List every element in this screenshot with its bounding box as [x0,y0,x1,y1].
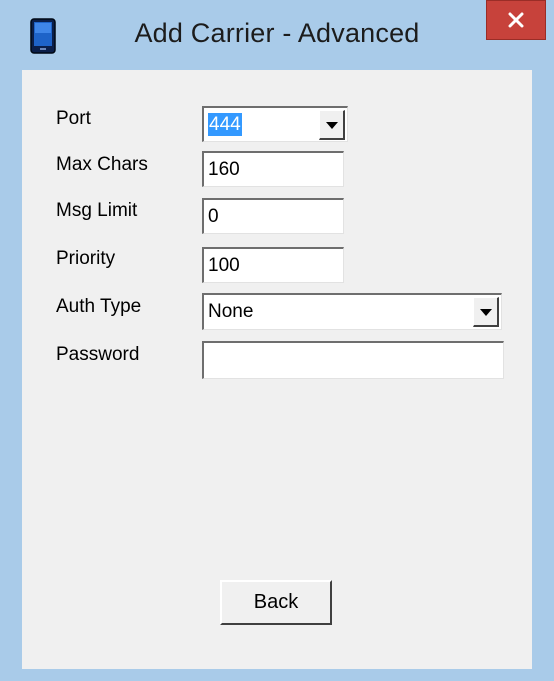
window-title: Add Carrier - Advanced [134,18,420,48]
password-field[interactable] [202,341,504,379]
close-button[interactable] [486,0,546,40]
window-frame-right [532,70,554,681]
priority-label: Priority [56,248,116,269]
port-value-wrapper: 444 [208,108,242,142]
window-frame-bottom [0,669,554,681]
password-label: Password [56,344,140,365]
dialog-window: Add Carrier - Advanced Port 444 Max Char… [0,0,554,681]
chevron-down-icon [326,122,338,129]
port-dropdown[interactable]: 444 [202,106,348,142]
window-frame-left [0,70,22,681]
auth-type-label: Auth Type [56,296,142,317]
auth-type-value: None [208,301,254,322]
max-chars-label: Max Chars [56,154,148,175]
port-dropdown-button[interactable] [319,110,345,140]
priority-field[interactable]: 100 [202,247,344,283]
port-label: Port [56,108,91,129]
max-chars-field[interactable]: 160 [202,151,344,187]
dialog-content: Port 444 Max Chars 160 Msg Limit 0 Prior… [22,70,532,669]
title-bar[interactable]: Add Carrier - Advanced [0,0,554,70]
close-icon [508,12,524,28]
port-value: 444 [208,113,242,136]
auth-type-dropdown[interactable]: None [202,293,502,330]
auth-type-dropdown-button[interactable] [473,297,499,327]
back-button[interactable]: Back [220,580,332,625]
msg-limit-field[interactable]: 0 [202,198,344,234]
msg-limit-label: Msg Limit [56,200,138,221]
chevron-down-icon [480,309,492,316]
